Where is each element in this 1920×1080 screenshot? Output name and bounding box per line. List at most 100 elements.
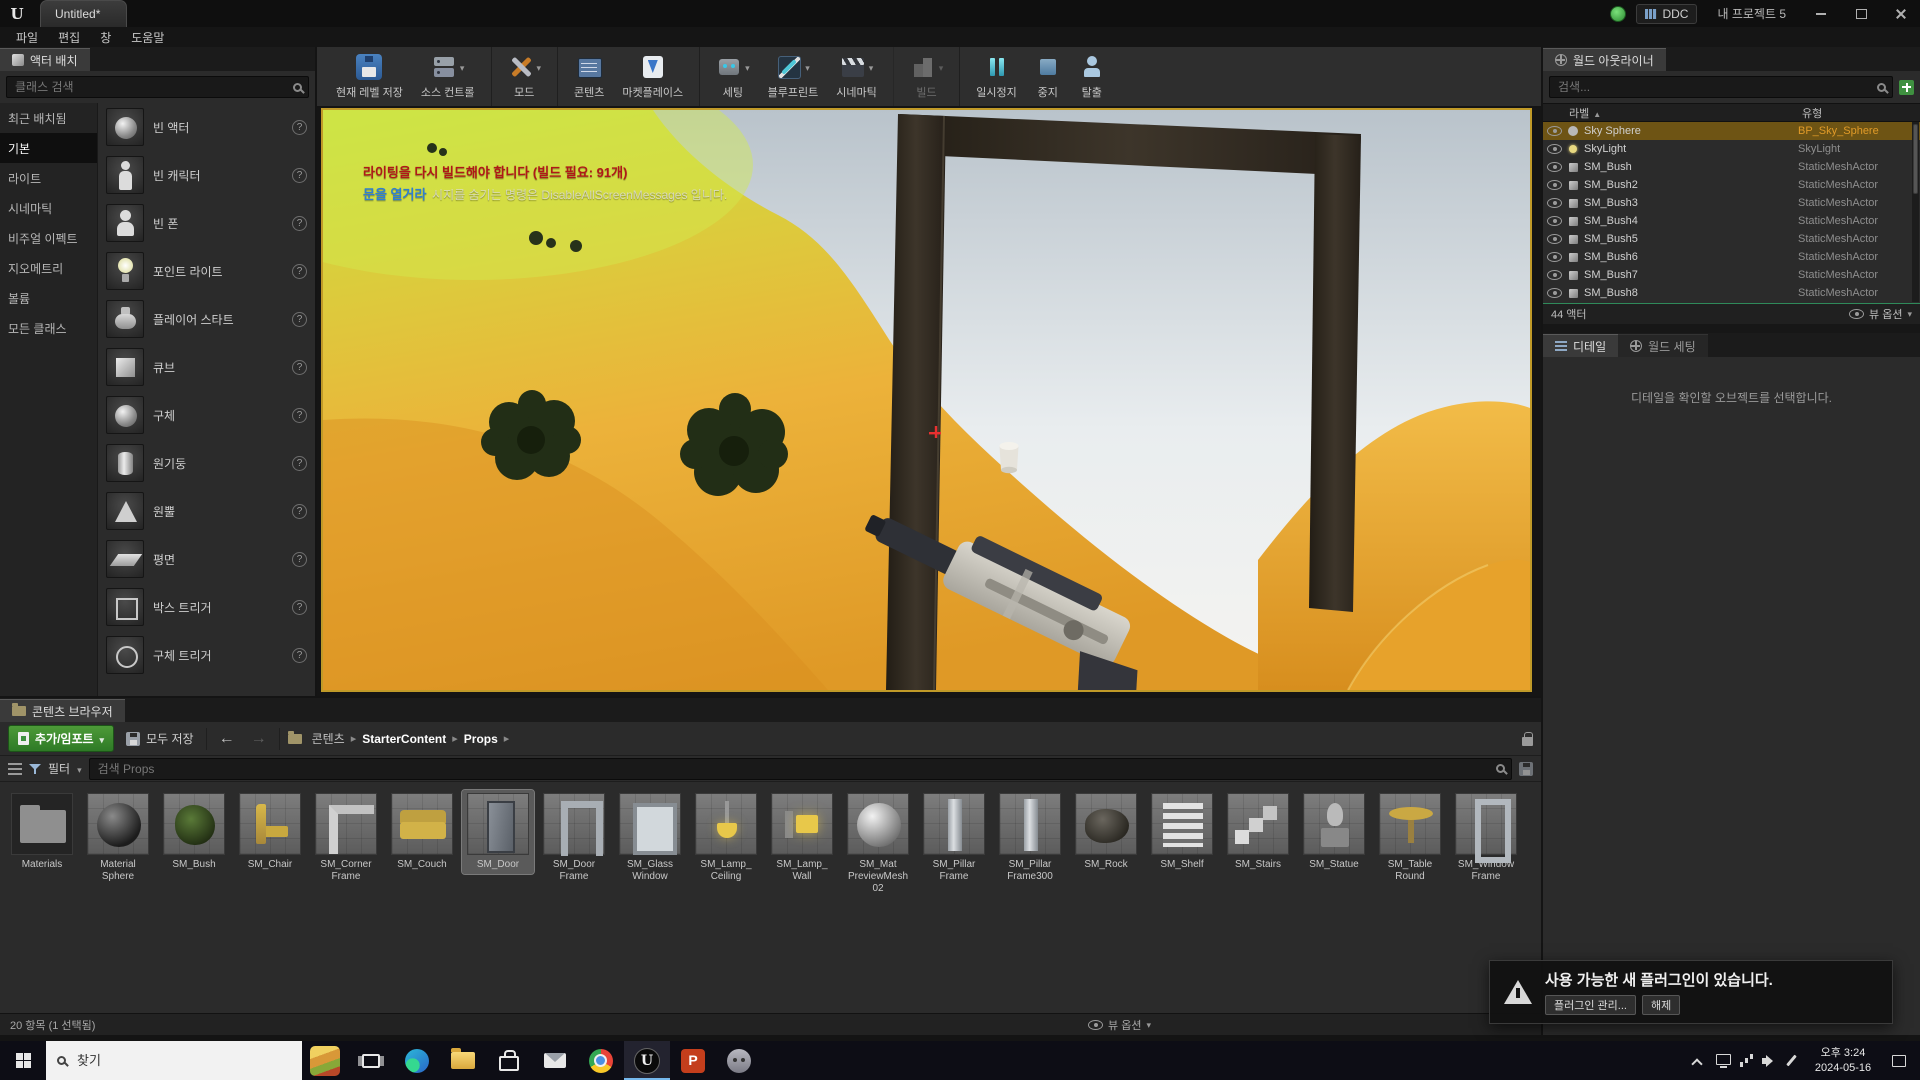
- actor-category-item[interactable]: 라이트: [0, 163, 97, 193]
- class-search-box[interactable]: [6, 76, 309, 98]
- task-view-icon[interactable]: [348, 1041, 394, 1080]
- toolbar-button[interactable]: 마켓플레이스: [613, 47, 692, 106]
- maximize-button[interactable]: [1846, 1, 1876, 26]
- class-search-input[interactable]: [13, 79, 293, 95]
- outliner-row[interactable]: SM_Bush5 StaticMeshActor: [1543, 230, 1920, 248]
- asset-tile[interactable]: SM_Bush: [158, 790, 230, 874]
- content-view-options[interactable]: 뷰 옵션: [1088, 1017, 1151, 1033]
- asset-tile[interactable]: SM_Lamp_ Wall: [766, 790, 838, 886]
- tab-details[interactable]: 디테일: [1543, 334, 1618, 357]
- outliner-row[interactable]: SM_Bush4 StaticMeshActor: [1543, 212, 1920, 230]
- taskbar-search-input[interactable]: [75, 1052, 291, 1069]
- green-status-icon[interactable]: [1610, 6, 1626, 22]
- visibility-eye-icon[interactable]: [1547, 270, 1562, 280]
- placeable-actor-row[interactable]: 플레이어 스타트: [98, 295, 315, 343]
- menu-item[interactable]: 파일: [6, 29, 48, 46]
- store-icon[interactable]: [486, 1041, 532, 1080]
- placeable-actor-row[interactable]: 빈 액터: [98, 103, 315, 151]
- toolbar-button[interactable]: 탈출: [1070, 47, 1114, 106]
- actor-category-item[interactable]: 기본: [0, 133, 97, 163]
- toolbar-button[interactable]: 모드: [491, 47, 551, 106]
- asset-search-input[interactable]: [96, 761, 1496, 777]
- actor-help-icon[interactable]: [292, 552, 307, 567]
- asset-tile[interactable]: SM_Window Frame: [1450, 790, 1522, 886]
- chevron-down-icon[interactable]: [805, 60, 810, 74]
- placeable-actor-row[interactable]: 평면: [98, 535, 315, 583]
- visibility-eye-icon[interactable]: [1547, 198, 1562, 208]
- dismiss-button[interactable]: 해제: [1642, 995, 1680, 1015]
- actor-help-icon[interactable]: [292, 360, 307, 375]
- close-button[interactable]: [1886, 1, 1916, 26]
- actor-category-item[interactable]: 비주얼 이펙트: [0, 223, 97, 253]
- outliner-row[interactable]: SM_Bush StaticMeshActor: [1543, 158, 1920, 176]
- volume-tray-icon[interactable]: [1761, 1052, 1778, 1069]
- view-mode-icon[interactable]: [8, 763, 22, 775]
- app-icon[interactable]: [716, 1041, 762, 1080]
- filter-funnel-icon[interactable]: [29, 763, 41, 775]
- chevron-down-icon[interactable]: [77, 762, 82, 776]
- visibility-eye-icon[interactable]: [1547, 234, 1562, 244]
- visibility-eye-icon[interactable]: [1547, 144, 1562, 154]
- mail-icon[interactable]: [532, 1041, 578, 1080]
- asset-tile[interactable]: SM_Pillar Frame300: [994, 790, 1066, 886]
- actor-help-icon[interactable]: [292, 168, 307, 183]
- actor-help-icon[interactable]: [292, 264, 307, 279]
- asset-tile[interactable]: SM_Table Round: [1374, 790, 1446, 886]
- breadcrumb-item[interactable]: StarterContent: [360, 732, 448, 746]
- taskbar-clock[interactable]: 오후 3:24 2024-05-16: [1807, 1046, 1879, 1076]
- save-search-icon[interactable]: [1519, 762, 1533, 776]
- placeable-actor-row[interactable]: 포인트 라이트: [98, 247, 315, 295]
- actor-help-icon[interactable]: [292, 648, 307, 663]
- menu-item[interactable]: 창: [90, 29, 121, 46]
- start-button[interactable]: [0, 1041, 46, 1080]
- toolbar-button[interactable]: 소스 컨트롤: [412, 47, 484, 106]
- forward-button[interactable]: →: [247, 730, 271, 748]
- edge-icon[interactable]: [394, 1041, 440, 1080]
- add-import-button[interactable]: 추가/임포트: [8, 725, 114, 752]
- placeable-actor-row[interactable]: 원기둥: [98, 439, 315, 487]
- breadcrumb-item[interactable]: 콘텐츠: [310, 730, 347, 747]
- asset-search-box[interactable]: [89, 758, 1512, 780]
- taskbar-search[interactable]: [46, 1041, 302, 1080]
- asset-tile[interactable]: Materials: [6, 790, 78, 874]
- scrollbar-thumb[interactable]: [1913, 124, 1918, 194]
- actor-help-icon[interactable]: [292, 408, 307, 423]
- outliner-view-options[interactable]: 뷰 옵션: [1849, 306, 1912, 322]
- actor-help-icon[interactable]: [292, 312, 307, 327]
- asset-tile[interactable]: SM_Shelf: [1146, 790, 1218, 874]
- ddc-button[interactable]: DDC: [1636, 4, 1697, 24]
- actor-category-item[interactable]: 최근 배치됨: [0, 103, 97, 133]
- minimize-button[interactable]: [1806, 1, 1836, 26]
- toolbar-button[interactable]: 빌드: [893, 47, 953, 106]
- chrome-icon[interactable]: [578, 1041, 624, 1080]
- filters-label[interactable]: 필터: [48, 760, 70, 777]
- network-tray-icon[interactable]: [1738, 1052, 1755, 1069]
- file-explorer-icon[interactable]: [440, 1041, 486, 1080]
- actor-help-icon[interactable]: [292, 120, 307, 135]
- placeable-actor-row[interactable]: 원뿔: [98, 487, 315, 535]
- place-actors-tab[interactable]: 액터 배치: [0, 48, 90, 71]
- placeable-actor-row[interactable]: 빈 캐릭터: [98, 151, 315, 199]
- actor-help-icon[interactable]: [292, 504, 307, 519]
- tab-world-settings[interactable]: 월드 세팅: [1618, 334, 1708, 357]
- visibility-eye-icon[interactable]: [1547, 288, 1562, 298]
- visibility-eye-icon[interactable]: [1547, 162, 1562, 172]
- asset-tile[interactable]: SM_Door: [462, 790, 534, 874]
- asset-tile[interactable]: Material Sphere: [82, 790, 154, 886]
- actor-help-icon[interactable]: [292, 456, 307, 471]
- manage-plugins-button[interactable]: 플러그인 관리...: [1545, 995, 1636, 1015]
- toolbar-button[interactable]: 세팅: [699, 47, 759, 106]
- asset-tile[interactable]: SM_Lamp_ Ceiling: [690, 790, 762, 886]
- breadcrumb-item[interactable]: Props: [462, 732, 500, 746]
- outliner-row[interactable]: SM_Bush8 StaticMeshActor: [1543, 284, 1920, 302]
- visibility-eye-icon[interactable]: [1547, 180, 1562, 190]
- chevron-down-icon[interactable]: [745, 60, 750, 74]
- save-all-button[interactable]: 모두 저장: [122, 730, 198, 747]
- outliner-search-box[interactable]: [1549, 76, 1893, 98]
- actor-category-item[interactable]: 모든 클래스: [0, 313, 97, 343]
- placeable-actor-row[interactable]: 빈 폰: [98, 199, 315, 247]
- chevron-down-icon[interactable]: [939, 60, 944, 74]
- viewport-3d[interactable]: 라이팅을 다시 빌드해야 합니다 (빌드 필요: 91개) 문을 열거라 시지를…: [321, 108, 1532, 692]
- actor-help-icon[interactable]: [292, 216, 307, 231]
- asset-tile[interactable]: SM_Statue: [1298, 790, 1370, 874]
